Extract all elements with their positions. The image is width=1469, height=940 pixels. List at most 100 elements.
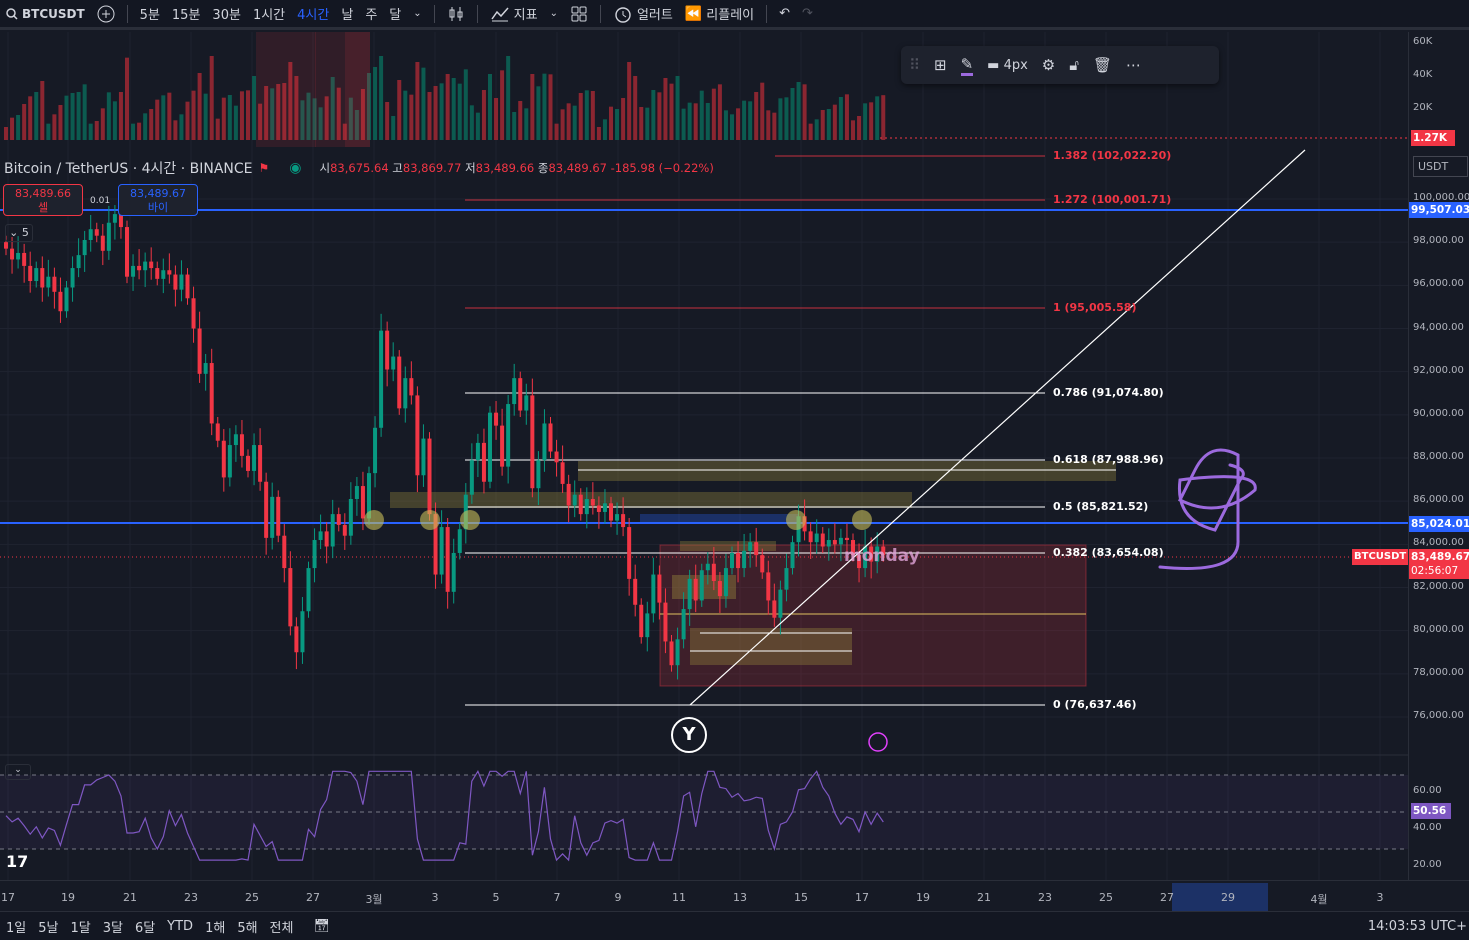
divider <box>126 4 128 23</box>
volume-bar <box>851 120 855 140</box>
y-marker[interactable]: Y <box>671 717 707 753</box>
candle-body <box>421 438 426 476</box>
time-tick: 29 <box>1221 891 1235 904</box>
rsi-collapse-button[interactable]: ⌄ <box>5 764 31 780</box>
trash-icon[interactable]: 🗑︎ <box>1093 56 1112 74</box>
range-1m[interactable]: 1달 <box>64 917 96 936</box>
compare-button[interactable] <box>91 5 121 23</box>
interval-week[interactable]: 주 <box>359 4 383 23</box>
fib-label: 0.786 (91,074.80) <box>1053 386 1164 399</box>
interval-4h[interactable]: 4시간 <box>291 4 335 23</box>
goto-date-icon[interactable]: 📅︎ <box>307 919 336 934</box>
tradingview-logo[interactable]: 17 <box>6 852 28 871</box>
candle-body <box>82 240 87 256</box>
candle-body <box>530 395 535 489</box>
candle-body <box>844 537 849 541</box>
indicators-dropdown[interactable]: ⌄ <box>544 8 564 19</box>
candle-body <box>717 581 722 597</box>
buy-button[interactable]: 83,489.67 바이 <box>118 184 198 216</box>
redo-button[interactable]: ↷ <box>796 6 819 21</box>
candle-body <box>445 527 450 592</box>
range-6m[interactable]: 6달 <box>129 917 161 936</box>
volume-bar <box>191 90 196 140</box>
volume-bar <box>88 123 93 140</box>
range-1d[interactable]: 1일 <box>0 917 32 936</box>
yellow-zone <box>390 492 912 508</box>
interval-1h[interactable]: 1시간 <box>247 4 291 23</box>
volume-bar <box>167 92 172 140</box>
volume-bar <box>542 73 547 140</box>
volume-bar <box>118 92 123 140</box>
candle-body <box>125 227 129 277</box>
undo-button[interactable]: ↶ <box>773 6 796 21</box>
interval-dropdown[interactable]: ⌄ <box>407 8 427 19</box>
volume-bar <box>397 80 402 140</box>
range-all[interactable]: 전체 <box>264 917 300 936</box>
interval-30m[interactable]: 30분 <box>206 4 247 23</box>
candle-body <box>627 527 632 579</box>
volume-bar <box>506 56 511 140</box>
candle-body <box>360 486 365 519</box>
alert-button[interactable]: 얼러트 <box>607 4 679 23</box>
candle-body <box>536 460 541 489</box>
candle-body <box>379 330 384 428</box>
candle-body <box>675 639 680 666</box>
range-5d[interactable]: 5날 <box>32 917 64 936</box>
indicators-icon <box>491 7 509 21</box>
flag-icon[interactable]: ⚑ <box>259 161 270 175</box>
interval-month[interactable]: 달 <box>383 4 407 23</box>
settings-icon[interactable]: ⚙ <box>1042 56 1055 74</box>
range-ytd[interactable]: YTD <box>161 919 199 934</box>
volume-bar <box>227 95 232 140</box>
currency-label[interactable]: USDT <box>1413 156 1468 177</box>
time-axis[interactable]: 17 19 21 23 25 27 3월 3 5 7 9 11 13 15 17 19 21 23 25 27 29 4월… <box>0 880 1469 911</box>
rsi-tick: 60.00 <box>1413 785 1442 796</box>
interval-5m[interactable]: 5분 <box>134 4 166 23</box>
indicator-collapse-button[interactable]: ⌄ 5 <box>5 224 33 242</box>
candle-body <box>687 578 692 610</box>
spread-value: 0.01 <box>90 196 111 206</box>
pencil-icon[interactable]: ✎ <box>960 55 974 76</box>
candle-body <box>524 395 529 411</box>
time-tick: 23 <box>1038 891 1052 904</box>
range-3m[interactable]: 3달 <box>97 917 129 936</box>
volume-highlight <box>345 32 370 147</box>
candle-body <box>778 589 783 618</box>
volume-bar <box>584 90 589 140</box>
volume-bar <box>669 83 674 140</box>
line-width-button[interactable]: ▬ 4px <box>987 58 1028 73</box>
volume-bar <box>578 93 583 140</box>
price-axis[interactable]: 60K 40K 20K 1.27K USDT 100,000.00 98,000.00… <box>1408 32 1469 904</box>
volume-bar <box>149 109 154 140</box>
more-icon[interactable]: ⋯ <box>1126 56 1141 74</box>
volume-bar <box>82 84 87 140</box>
template-icon[interactable]: ⊞ <box>934 56 947 74</box>
volume-bar <box>639 107 644 140</box>
chart-type-button[interactable] <box>441 5 471 23</box>
replay-button[interactable]: ⏪ 리플레이 <box>679 4 760 24</box>
drag-handle-icon[interactable]: ⠿ <box>909 56 920 74</box>
sell-price: 83,489.66 <box>15 187 71 200</box>
symbol-search[interactable]: BTCUSDT <box>0 7 91 21</box>
candle-body <box>179 274 184 290</box>
interval-day[interactable]: 날 <box>335 4 359 23</box>
time-tick: 21 <box>977 891 991 904</box>
candle-body <box>131 265 136 277</box>
interval-15m[interactable]: 15분 <box>166 4 207 23</box>
range-5y[interactable]: 5해 <box>231 917 263 936</box>
candle-body <box>560 462 565 484</box>
volume-bar <box>445 74 450 140</box>
layouts-button[interactable] <box>564 5 594 23</box>
sell-button[interactable]: 83,489.66 셀 <box>3 184 83 216</box>
lock-icon[interactable]: 🔓︎ <box>1069 56 1079 74</box>
volume-bar <box>131 123 136 140</box>
divider <box>476 4 478 23</box>
volume-bar <box>560 109 565 140</box>
volume-bar <box>161 95 166 140</box>
clock[interactable]: 14:03:53 UTC+ <box>1362 919 1469 934</box>
indicators-button[interactable]: 지표 <box>484 4 544 23</box>
price-tick: 98,000.00 <box>1413 235 1464 247</box>
range-1y[interactable]: 1해 <box>199 917 231 936</box>
volume-bar <box>125 57 129 140</box>
monday-label[interactable]: monday <box>844 546 920 566</box>
